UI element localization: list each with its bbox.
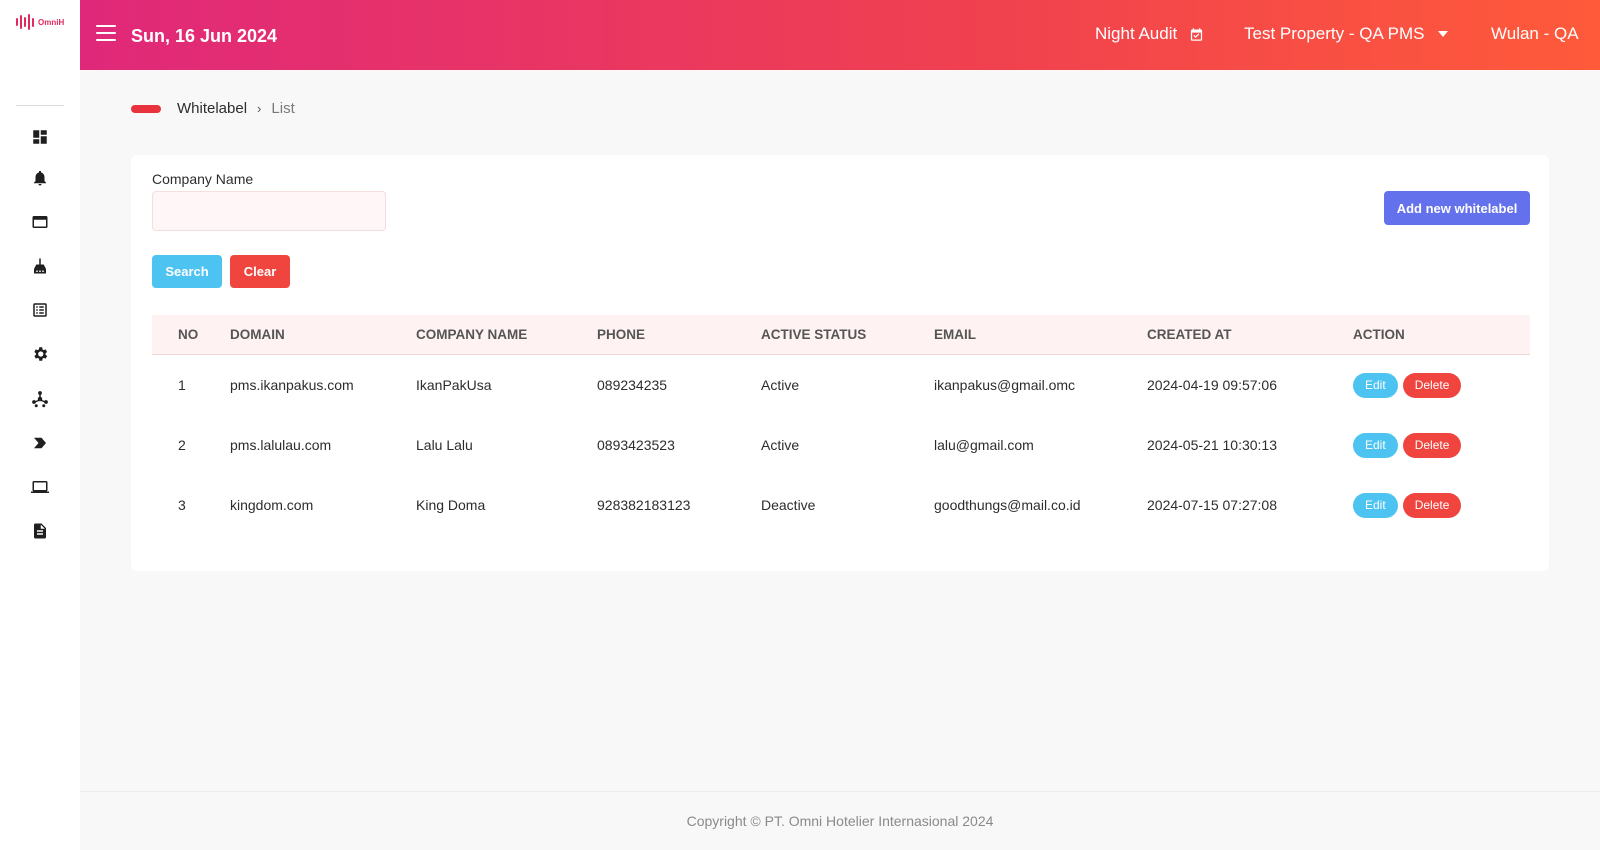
cell-domain: kingdom.com [230, 497, 314, 513]
column-header-phone[interactable]: PHONE [597, 327, 761, 342]
company-name-label: Company Name [152, 171, 254, 187]
user-menu[interactable]: Wulan - QA [1491, 24, 1579, 44]
cell-phone: 089234235 [597, 377, 668, 393]
cell-active-status: Deactive [761, 497, 816, 513]
delete-button[interactable]: Delete [1402, 372, 1462, 398]
cell-actions: Edit Delete [1353, 372, 1530, 398]
property-selector[interactable]: Test Property - QA PMS [1244, 24, 1449, 44]
breadcrumb-parent[interactable]: Whitelabel [177, 100, 247, 117]
cell-phone: 0893423523 [597, 437, 675, 453]
column-header-domain[interactable]: DOMAIN [230, 327, 416, 342]
clear-button[interactable]: Clear [230, 255, 290, 288]
add-whitelabel-button[interactable]: Add new whitelabel [1384, 191, 1530, 225]
table-header-row: NO DOMAIN COMPANY NAME PHONE ACTIVE STAT… [152, 315, 1530, 355]
table-row: 3 kingdom.com King Doma 928382183123 Dea… [152, 475, 1530, 535]
column-header-company-name[interactable]: COMPANY NAME [416, 327, 597, 342]
column-header-active-status[interactable]: ACTIVE STATUS [761, 327, 934, 342]
column-header-action: ACTION [1353, 327, 1405, 342]
night-audit-label: Night Audit [1095, 24, 1178, 43]
breadcrumb-accent-pill [131, 104, 161, 113]
cell-no: 2 [178, 437, 186, 453]
cell-no: 3 [178, 497, 186, 513]
property-label: Test Property - QA PMS [1244, 24, 1425, 43]
column-header-no[interactable]: NO [152, 327, 230, 342]
breadcrumb: Whitelabel › List [131, 100, 295, 117]
cell-company-name: King Doma [416, 497, 486, 513]
whitelabel-card: Company Name Add new whitelabel Search C… [131, 155, 1549, 571]
top-header: Sun, 16 Jun 2024 Night Audit Test Proper… [80, 0, 1600, 70]
notification-bell-icon[interactable] [28, 166, 52, 190]
cell-actions: Edit Delete [1353, 432, 1530, 458]
table-row: 2 pms.lalulau.com Lalu Lalu 0893423523 A… [152, 415, 1530, 475]
edit-button[interactable]: Edit [1353, 432, 1398, 458]
cell-company-name: Lalu Lalu [416, 437, 473, 453]
cell-no: 1 [178, 377, 186, 393]
cell-email: ikanpakus@gmail.omc [934, 377, 1076, 393]
copyright-text: Copyright © PT. Omni Hotelier Internasio… [686, 813, 994, 829]
app-logo[interactable]: OmniH [16, 14, 64, 30]
report-icon[interactable] [28, 519, 52, 543]
housekeeping-icon[interactable] [28, 254, 52, 278]
calendar-check-icon [1191, 27, 1203, 41]
column-header-email[interactable]: EMAIL [934, 327, 1147, 342]
sidebar-divider [16, 105, 64, 106]
table-row: 1 pms.ikanpakus.com IkanPakUsa 089234235… [152, 355, 1530, 415]
cell-company-name: IkanPakUsa [416, 377, 492, 393]
cell-domain: pms.lalulau.com [230, 437, 332, 453]
cell-email: goodthungs@mail.co.id [934, 497, 1081, 513]
cell-domain: pms.ikanpakus.com [230, 377, 354, 393]
tag-icon[interactable] [28, 431, 52, 455]
cell-created-at: 2024-07-15 07:27:08 [1147, 497, 1277, 513]
night-audit-button[interactable]: Night Audit [1095, 24, 1204, 44]
sidebar: OmniH [0, 0, 80, 850]
edit-button[interactable]: Edit [1353, 372, 1398, 398]
chevron-right-icon: › [257, 101, 262, 116]
header-date: Sun, 16 Jun 2024 [131, 26, 278, 46]
edit-button[interactable]: Edit [1353, 492, 1398, 518]
logo-mark-icon [16, 14, 34, 30]
laptop-icon[interactable] [28, 475, 52, 499]
column-header-created-at[interactable]: CREATED AT [1147, 327, 1353, 342]
company-name-input[interactable] [152, 191, 386, 231]
window-icon[interactable] [28, 210, 52, 234]
breadcrumb-current: List [271, 100, 295, 117]
cell-actions: Edit Delete [1353, 492, 1530, 518]
cell-created-at: 2024-05-21 10:30:13 [1147, 437, 1277, 453]
footer: Copyright © PT. Omni Hotelier Internasio… [80, 791, 1600, 850]
cell-phone: 928382183123 [597, 497, 691, 513]
cell-active-status: Active [761, 377, 800, 393]
cell-email: lalu@gmail.com [934, 437, 1034, 453]
cell-active-status: Active [761, 437, 800, 453]
caret-down-icon [1438, 31, 1449, 37]
dashboard-icon[interactable] [28, 125, 52, 149]
delete-button[interactable]: Delete [1402, 432, 1462, 458]
search-button[interactable]: Search [152, 255, 222, 288]
cell-created-at: 2024-04-19 09:57:06 [1147, 377, 1277, 393]
list-icon[interactable] [28, 298, 52, 322]
delete-button[interactable]: Delete [1402, 492, 1462, 518]
whitelabel-table: NO DOMAIN COMPANY NAME PHONE ACTIVE STAT… [152, 315, 1530, 535]
menu-hamburger-icon[interactable] [96, 25, 116, 41]
settings-gear-icon[interactable] [28, 342, 52, 366]
network-icon[interactable] [28, 387, 52, 411]
logo-text: OmniH [38, 17, 65, 27]
